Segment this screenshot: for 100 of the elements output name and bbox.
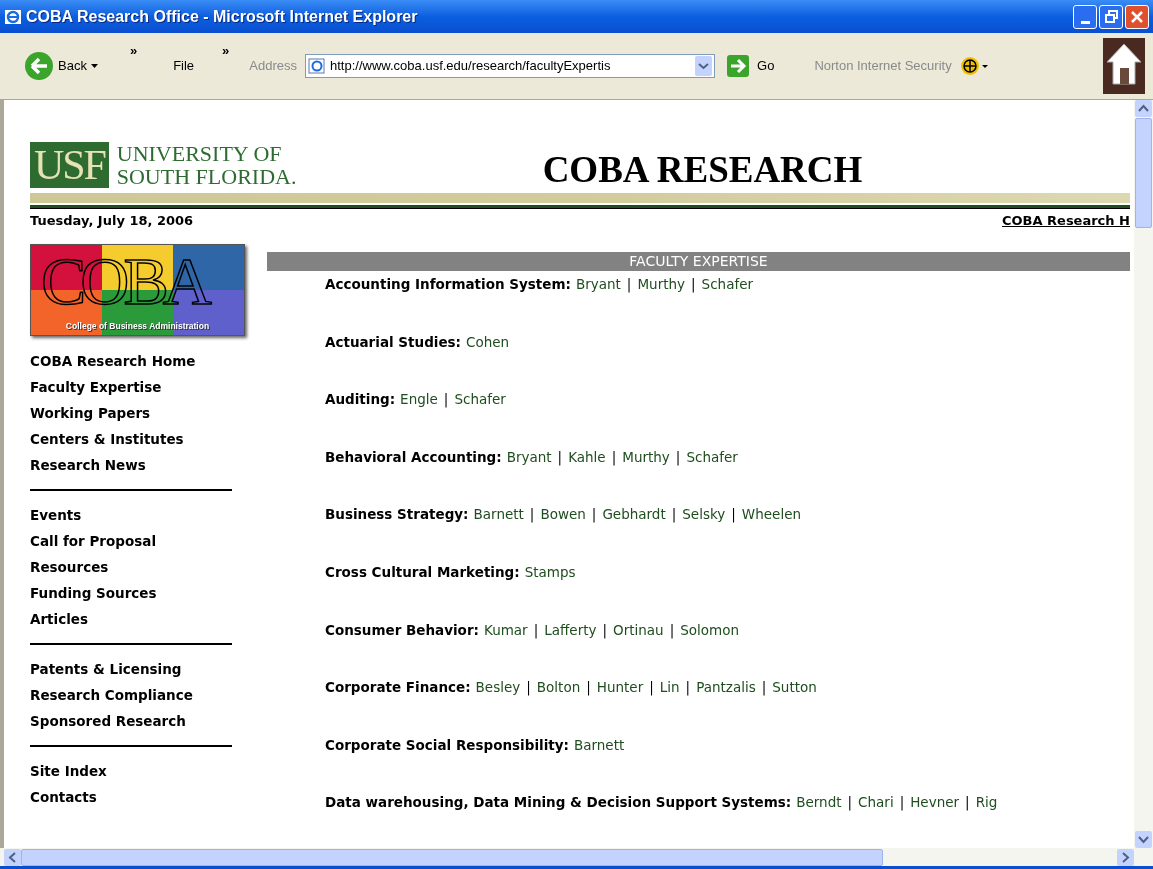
faculty-link[interactable]: Lin [659,678,680,697]
separator: | [965,793,970,812]
sidebar-link[interactable]: Research Compliance [30,682,193,708]
faculty-link[interactable]: Selsky [682,505,726,524]
scrollbar-thumb[interactable] [1135,118,1152,228]
chevron[interactable]: » [222,41,230,61]
back-button[interactable]: Back [8,51,98,81]
separator: | [591,505,597,524]
faculty-link[interactable]: Bolton [536,678,581,697]
faculty-link[interactable]: Pantzalis [696,678,756,697]
separator: | [557,447,563,466]
sidebar-link[interactable]: Research News [30,452,146,478]
faculty-link[interactable]: Bryant [575,275,621,293]
separator: | [526,678,531,697]
faculty-link[interactable]: Schafer [454,390,506,409]
topic-label: Business Strategy: [325,505,469,524]
faculty-link[interactable]: Hevner [910,793,960,812]
separator: | [761,678,767,697]
scroll-down-icon[interactable] [1135,831,1152,848]
separator: | [443,390,449,409]
faculty-link[interactable]: Barnett [573,735,625,754]
sidebar-link[interactable]: Patents & Licensing [30,656,182,682]
topic-label: Consumer Behavior: [325,620,479,639]
separator: | [685,678,691,697]
faculty-link[interactable]: Barnett [473,505,524,524]
faculty-link[interactable]: Schafer [701,275,753,293]
faculty-link[interactable]: Bowen [540,505,586,524]
faculty-link[interactable]: Schafer [686,447,738,466]
separator: | [691,275,696,293]
faculty-link[interactable]: Chari [858,793,894,812]
sidebar-link[interactable]: Articles [30,606,88,632]
sidebar-link[interactable]: Contacts [30,784,97,810]
topic-label: Behavioral Accounting: [325,447,502,466]
norton-toolbar-label: Norton Internet Security [814,57,952,76]
faculty-link[interactable]: Wheelen [741,505,801,524]
sidebar-link[interactable]: Sponsored Research [30,708,186,734]
faculty-link[interactable]: Solomon [680,620,739,639]
scrollbar-thumb[interactable] [21,848,883,866]
section-header-bar: FACULTY EXPERTISE [267,252,1130,271]
date-text: Tuesday, July 18, 2006 [30,212,194,230]
topic-label: Accounting Information System: [325,275,571,293]
faculty-link[interactable]: Kahle [568,447,606,466]
chevron[interactable]: » [129,41,138,61]
topic-label: Corporate Finance: [325,678,471,697]
dropdown-icon[interactable] [695,56,713,76]
sidebar-link[interactable]: Faculty Expertise [30,374,162,400]
scroll-up-icon[interactable] [1135,100,1152,117]
topic-label: Actuarial Studies: [325,332,461,351]
minimize-button[interactable] [1073,4,1097,29]
faculty-link[interactable]: Bryant [506,447,552,466]
close-icon [1131,10,1143,23]
separator: | [602,620,608,639]
scroll-right-icon[interactable] [1117,848,1134,866]
faculty-link[interactable]: Murthy [622,447,670,466]
faculty-link[interactable]: Gebhardt [602,505,666,524]
sidebar-link[interactable]: Site Index [30,758,107,784]
faculty-link[interactable]: Kumar [483,620,528,639]
sidebar-link[interactable]: Working Papers [30,400,151,426]
separator: | [847,793,853,812]
sidebar-link[interactable]: Resources [30,554,109,580]
faculty-link[interactable]: Murthy [637,275,685,293]
address-field[interactable]: http://www.coba.usf.edu/research/facultyExpertis [305,54,716,78]
separator: | [533,620,539,639]
separator: | [671,505,677,524]
restore-button[interactable] [1099,4,1123,29]
topic-label: Auditing: [325,390,396,409]
sidebar-link[interactable]: Call for Proposal [30,528,156,554]
minimize-icon [1080,20,1090,24]
sidebar-link[interactable]: Funding Sources [30,580,157,606]
faculty-link[interactable]: Engle [400,390,438,409]
faculty-link[interactable]: Cohen [466,332,510,351]
page-icon [308,57,327,75]
separator: | [586,678,591,697]
topic-label: Cross Cultural Marketing: [325,562,520,581]
home-link[interactable]: COBA Research H [1001,212,1130,230]
separator: | [611,447,617,466]
faculty-link[interactable]: Lafferty [544,620,597,639]
faculty-link[interactable]: Rig [975,793,998,812]
faculty-link[interactable]: Sutton [772,678,817,697]
faculty-link[interactable]: Ortinau [613,620,664,639]
sidebar-link[interactable]: Events [30,502,82,528]
close-button[interactable] [1125,4,1149,29]
vertical-scrollbar[interactable] [1134,100,1153,848]
restore-icon [1104,10,1118,23]
separator: | [675,447,681,466]
sidebar-link[interactable]: Centers & Institutes [30,426,184,452]
go-button[interactable]: Go [727,55,775,77]
faculty-link[interactable]: Besley [475,678,521,697]
faculty-link[interactable]: Hunter [596,678,644,697]
horizontal-scrollbar[interactable] [0,848,1153,866]
globe-icon[interactable] [959,56,990,76]
home-icon[interactable] [1103,38,1145,94]
sidebar-link[interactable]: COBA Research Home [30,348,196,374]
dropdown-icon [90,64,98,68]
file-menu[interactable]: File [169,56,199,76]
window-title: COBA Research Office - Microsoft Internet Explorer [26,6,418,27]
faculty-link[interactable]: Berndt [796,793,842,812]
faculty-link[interactable]: Stamps [524,562,576,581]
separator: | [626,275,632,293]
scroll-left-icon[interactable] [4,848,21,866]
